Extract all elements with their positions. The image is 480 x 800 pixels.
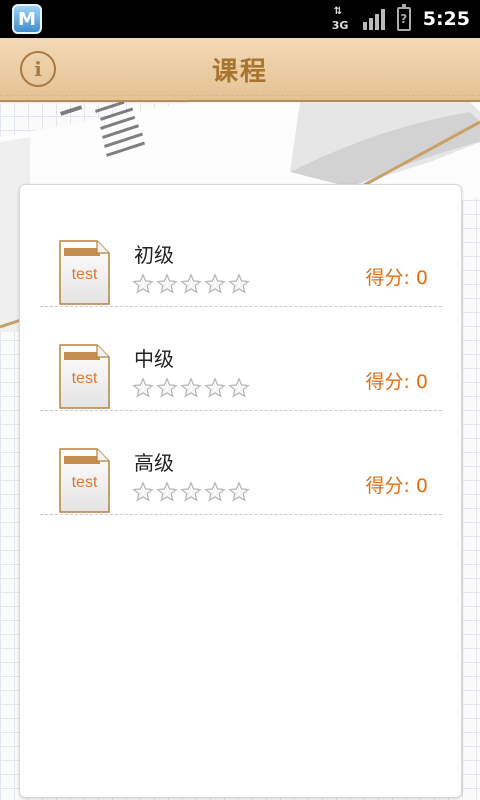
star-empty-icon xyxy=(156,273,178,294)
signal-strength-icon xyxy=(362,8,385,30)
star-rating xyxy=(132,377,250,399)
network-type: 3G xyxy=(331,19,349,32)
app-notification-icon: M xyxy=(12,4,42,34)
star-empty-icon xyxy=(204,481,226,502)
status-clock: 5:25 xyxy=(422,8,470,30)
status-bar: M ⇅ 3G ? 5:25 xyxy=(0,0,480,38)
info-button[interactable]: i xyxy=(20,51,56,87)
course-item-intermediate[interactable]: test 中级 得分: 0 xyxy=(40,307,442,411)
star-empty-icon xyxy=(156,481,178,502)
document-icon-label: test xyxy=(71,370,98,387)
star-empty-icon xyxy=(132,377,154,398)
star-empty-icon xyxy=(204,273,226,294)
course-score: 得分: 0 xyxy=(365,371,428,393)
status-indicators: ⇅ 3G ? 5:25 xyxy=(331,4,470,32)
course-score: 得分: 0 xyxy=(365,267,428,289)
star-empty-icon xyxy=(204,377,226,398)
page-title: 课程 xyxy=(211,56,268,87)
star-empty-icon xyxy=(228,273,250,294)
star-empty-icon xyxy=(228,377,250,398)
course-item-beginner[interactable]: test 初级 得分: 0 xyxy=(40,203,442,307)
course-name: 高级 xyxy=(134,451,174,475)
star-rating xyxy=(132,273,250,295)
star-empty-icon xyxy=(228,481,250,502)
document-icon: test xyxy=(59,344,110,409)
course-name: 初级 xyxy=(134,243,174,267)
title-bar: i 课程 xyxy=(0,38,480,102)
star-empty-icon xyxy=(180,481,202,502)
network-3g-icon: ⇅ 3G xyxy=(331,6,349,32)
star-empty-icon xyxy=(180,273,202,294)
document-icon: test xyxy=(59,240,110,305)
app-icon-letter: M xyxy=(18,8,36,30)
battery-icon: ? xyxy=(396,4,411,31)
star-empty-icon xyxy=(156,377,178,398)
star-empty-icon xyxy=(132,481,154,502)
star-empty-icon xyxy=(180,377,202,398)
document-icon: test xyxy=(59,448,110,513)
course-score: 得分: 0 xyxy=(365,475,428,497)
info-icon: i xyxy=(34,57,42,81)
star-empty-icon xyxy=(132,273,154,294)
course-name: 中级 xyxy=(134,347,174,371)
battery-symbol: ? xyxy=(400,12,408,26)
star-rating xyxy=(132,481,250,503)
document-icon-label: test xyxy=(71,474,98,491)
document-icon-label: test xyxy=(71,266,98,283)
course-item-advanced[interactable]: test 高级 得分: 0 xyxy=(40,411,442,515)
course-list-panel: test 初级 得分: 0 test 中级 得分: 0 test 高级 得分: … xyxy=(19,184,462,798)
